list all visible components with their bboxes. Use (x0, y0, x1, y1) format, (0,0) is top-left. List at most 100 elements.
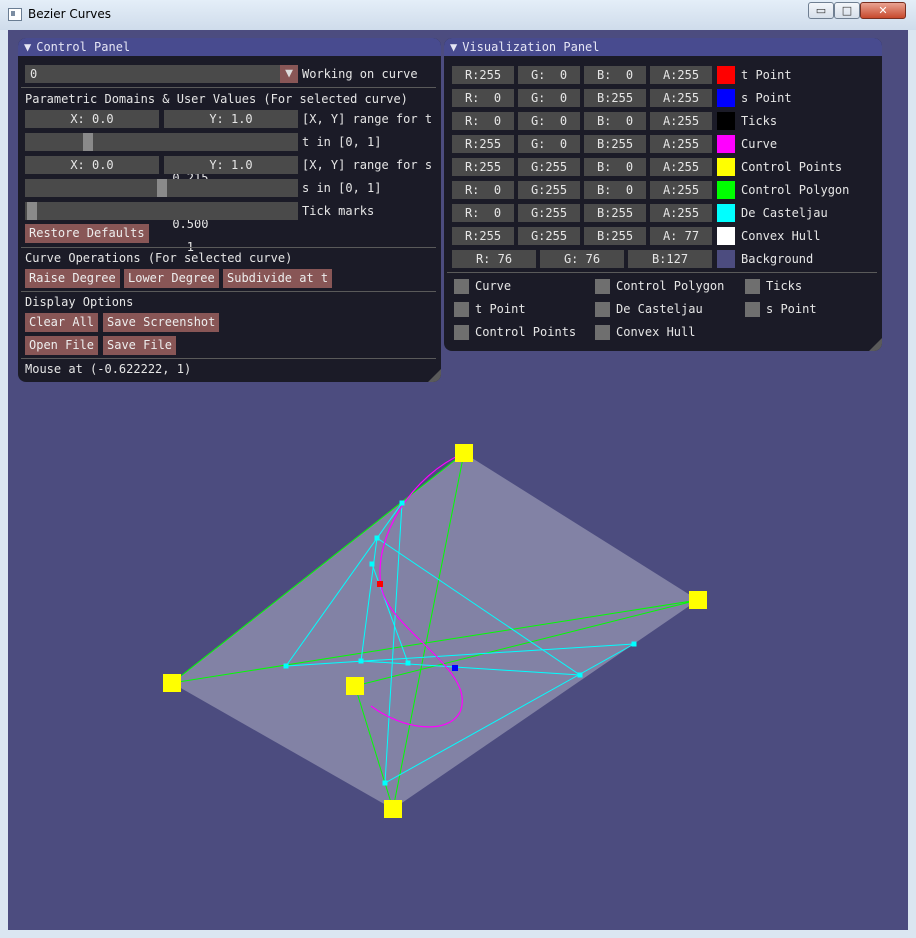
color-swatch[interactable] (717, 135, 735, 153)
raise-degree-button[interactable]: Raise Degree (25, 269, 120, 288)
color-b-field[interactable]: B:255 (584, 89, 646, 107)
window-title: Bezier Curves (28, 7, 112, 21)
t-slider-grab[interactable] (83, 133, 93, 151)
color-a-field[interactable]: A: 77 (650, 227, 712, 245)
color-b-field[interactable]: B:255 (584, 135, 646, 153)
color-a-field[interactable]: A:255 (650, 135, 712, 153)
s-slider[interactable]: 0.500 (25, 179, 298, 231)
color-g-field[interactable]: G: 0 (518, 112, 580, 130)
control-point[interactable] (455, 444, 473, 462)
subdivide-button[interactable]: Subdivide at t (223, 269, 333, 288)
clear-all-button[interactable]: Clear All (25, 313, 99, 332)
minimize-button[interactable]: ▭ (808, 2, 834, 19)
restore-defaults-button[interactable]: Restore Defaults (25, 224, 149, 243)
tick-slider-grab[interactable] (27, 202, 37, 220)
control-point[interactable] (384, 800, 402, 818)
color-b-field[interactable]: B: 0 (584, 158, 646, 176)
lower-degree-button[interactable]: Lower Degree (124, 269, 219, 288)
color-swatch[interactable] (717, 89, 735, 107)
color-g-field[interactable]: G: 0 (518, 135, 580, 153)
param-header: Parametric Domains & User Values (For se… (25, 92, 408, 106)
t-slider[interactable]: 0.215 (25, 133, 298, 185)
open-file-button[interactable]: Open File (25, 336, 99, 355)
maximize-button[interactable]: □ (834, 2, 860, 19)
color-a-field[interactable]: A:255 (650, 112, 712, 130)
background-label: Background (741, 252, 814, 266)
chevron-down-icon[interactable]: ▼ (280, 65, 298, 83)
color-r-field[interactable]: R: 0 (452, 181, 514, 199)
background-b-field[interactable]: B:127 (628, 250, 712, 268)
t-slider-label: t in [0, 1] (302, 135, 382, 149)
color-g-field[interactable]: G:255 (518, 158, 580, 176)
checkbox[interactable] (595, 279, 610, 294)
color-b-field[interactable]: B:255 (584, 204, 646, 222)
save-screenshot-button[interactable]: Save Screenshot (103, 313, 220, 332)
s-range-label: [X, Y] range for s (302, 158, 433, 172)
s-range-x-field[interactable]: X: 0.0 (25, 156, 159, 174)
collapse-triangle-icon[interactable]: ▼ (24, 38, 31, 56)
tick-slider[interactable]: 1 (25, 202, 298, 254)
color-r-field[interactable]: R:255 (452, 66, 514, 84)
checkbox[interactable] (745, 302, 760, 317)
visualization-panel-header[interactable]: ▼ Visualization Panel (444, 38, 882, 56)
color-swatch[interactable] (717, 227, 735, 245)
color-b-field[interactable]: B: 0 (584, 66, 646, 84)
close-button[interactable]: ✕ (860, 2, 906, 19)
color-r-field[interactable]: R: 0 (452, 89, 514, 107)
color-swatch[interactable] (717, 204, 735, 222)
checkbox-label: Ticks (766, 279, 803, 293)
checkbox[interactable] (454, 325, 469, 340)
color-swatch[interactable] (717, 158, 735, 176)
t-range-x-field[interactable]: X: 0.0 (25, 110, 159, 128)
t-range-y-field[interactable]: Y: 1.0 (164, 110, 298, 128)
color-swatch[interactable] (717, 112, 735, 130)
s-slider-grab[interactable] (157, 179, 167, 197)
resize-grip[interactable] (428, 369, 441, 382)
gl-viewport[interactable]: ▼ Control Panel 0 ▼ Working on curve Para… (8, 30, 908, 930)
background-g-field[interactable]: G: 76 (540, 250, 624, 268)
color-r-field[interactable]: R: 0 (452, 204, 514, 222)
checkbox[interactable] (454, 302, 469, 317)
color-a-field[interactable]: A:255 (650, 158, 712, 176)
background-swatch[interactable] (717, 250, 735, 268)
background-r-field[interactable]: R: 76 (452, 250, 536, 268)
checkbox[interactable] (595, 302, 610, 317)
color-r-field[interactable]: R: 0 (452, 112, 514, 130)
color-a-field[interactable]: A:255 (650, 66, 712, 84)
color-swatch[interactable] (717, 181, 735, 199)
color-g-field[interactable]: G:255 (518, 227, 580, 245)
checkbox[interactable] (595, 325, 610, 340)
color-g-field[interactable]: G:255 (518, 181, 580, 199)
s-range-y-field[interactable]: Y: 1.0 (164, 156, 298, 174)
checkbox-label: Control Polygon (616, 279, 725, 293)
color-swatch[interactable] (717, 66, 735, 84)
control-point[interactable] (163, 674, 181, 692)
control-point[interactable] (689, 591, 707, 609)
color-b-field[interactable]: B: 0 (584, 181, 646, 199)
color-b-field[interactable]: B: 0 (584, 112, 646, 130)
color-r-field[interactable]: R:255 (452, 227, 514, 245)
color-b-field[interactable]: B:255 (584, 227, 646, 245)
color-a-field[interactable]: A:255 (650, 89, 712, 107)
divider (21, 358, 436, 359)
checkbox[interactable] (745, 279, 760, 294)
curve-select[interactable]: 0 (25, 65, 298, 83)
divider (21, 291, 436, 292)
color-a-field[interactable]: A:255 (650, 204, 712, 222)
color-row-label: Ticks (741, 114, 778, 128)
checkbox-label: t Point (475, 302, 526, 316)
color-g-field[interactable]: G:255 (518, 204, 580, 222)
color-r-field[interactable]: R:255 (452, 135, 514, 153)
color-r-field[interactable]: R:255 (452, 158, 514, 176)
color-g-field[interactable]: G: 0 (518, 66, 580, 84)
color-row-label: Control Points (741, 160, 843, 174)
control-panel-header[interactable]: ▼ Control Panel (18, 38, 441, 56)
title-bar[interactable]: Bezier Curves ▭ □ ✕ (0, 0, 916, 30)
save-file-button[interactable]: Save File (103, 336, 177, 355)
checkbox[interactable] (454, 279, 469, 294)
collapse-triangle-icon[interactable]: ▼ (450, 38, 457, 56)
control-point[interactable] (346, 677, 364, 695)
resize-grip[interactable] (869, 338, 882, 351)
color-a-field[interactable]: A:255 (650, 181, 712, 199)
color-g-field[interactable]: G: 0 (518, 89, 580, 107)
